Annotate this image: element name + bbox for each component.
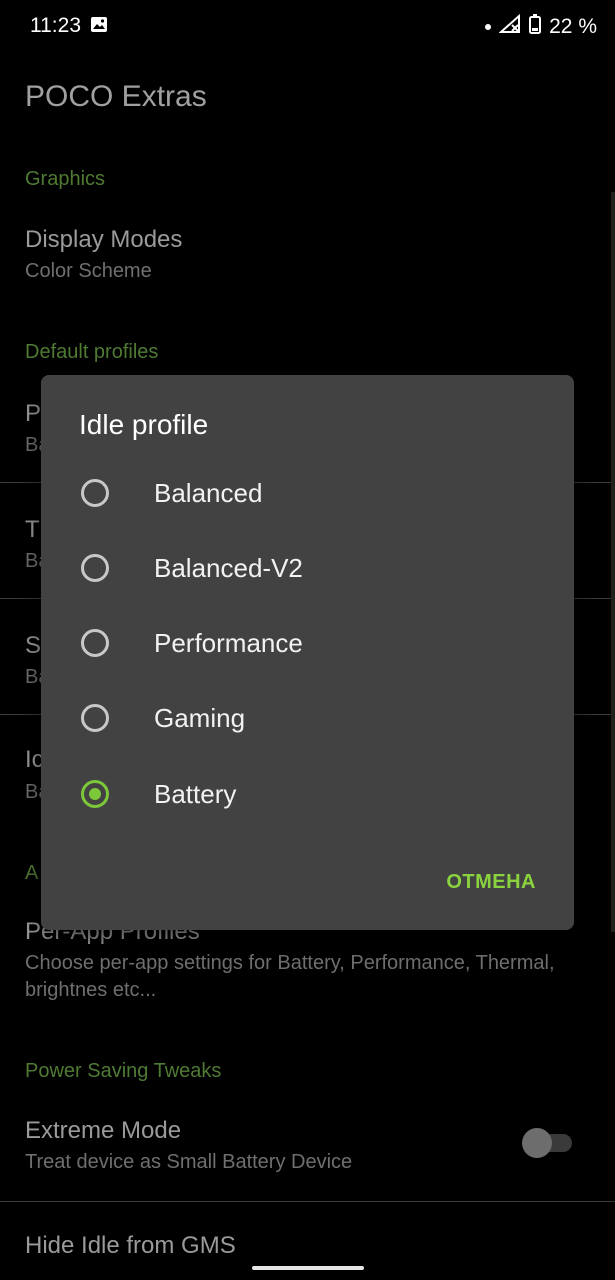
idle-profile-dialog: Idle profile Balanced Balanced-V2 Perfor… — [41, 375, 574, 930]
dialog-title: Idle profile — [79, 409, 209, 440]
option-label: Balanced — [154, 478, 263, 508]
option-label: Battery — [154, 779, 237, 809]
option-performance[interactable]: Performance — [41, 608, 574, 683]
radio-checked-icon[interactable] — [81, 780, 109, 808]
option-gaming[interactable]: Gaming — [41, 683, 574, 758]
gesture-nav-handle[interactable] — [252, 1266, 364, 1270]
radio-unchecked-icon[interactable] — [81, 704, 109, 732]
option-label: Balanced-V2 — [154, 553, 303, 583]
radio-unchecked-icon[interactable] — [81, 479, 109, 507]
radio-unchecked-icon[interactable] — [81, 554, 109, 582]
option-battery[interactable]: Battery — [41, 759, 574, 834]
option-label: Gaming — [154, 703, 246, 733]
radio-unchecked-icon[interactable] — [81, 629, 109, 657]
option-label: Performance — [154, 628, 303, 658]
option-balanced[interactable]: Balanced — [41, 458, 574, 533]
cancel-button[interactable]: ОТМЕНА — [446, 871, 536, 894]
option-balanced-v2[interactable]: Balanced-V2 — [41, 533, 574, 608]
